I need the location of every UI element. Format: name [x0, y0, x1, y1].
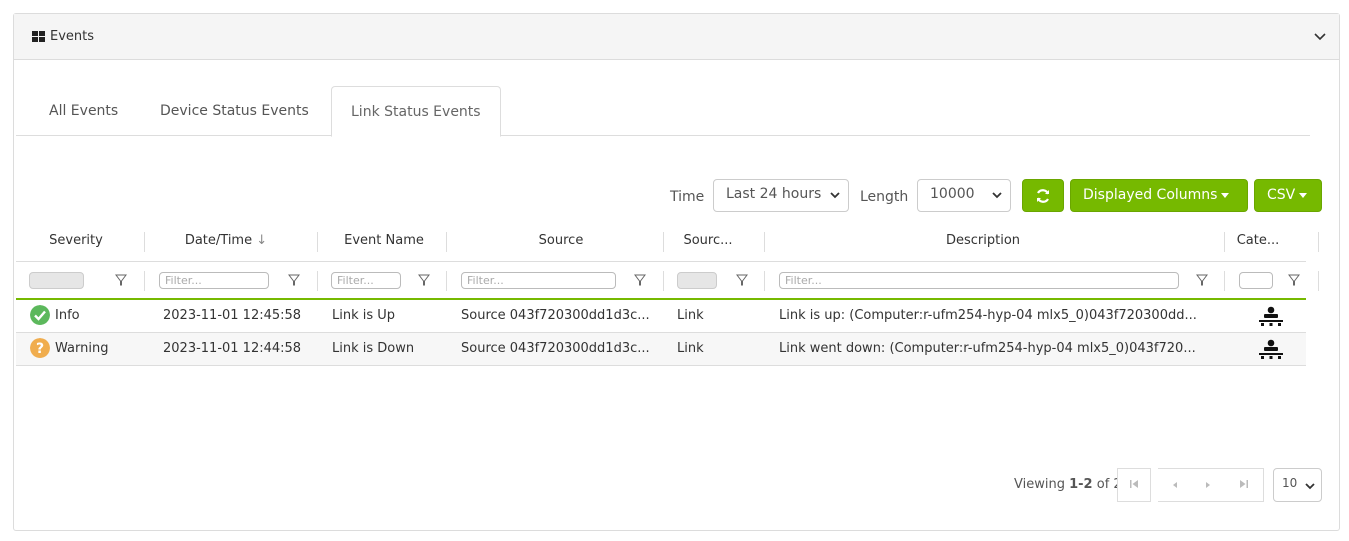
time-select[interactable]: Last 24 hours: [713, 179, 849, 212]
source-type-cell: Link: [677, 308, 704, 323]
length-select-value: 10000: [930, 186, 975, 202]
column-header-datetime-label: Date/Time: [184, 233, 253, 248]
pagination: Viewing 1-2 of 2 10: [0, 468, 1349, 502]
table-body: Info 2023-11-01 12:45:58 Link is Up Sour…: [16, 298, 1306, 366]
datetime-cell: 2023-11-01 12:44:58: [163, 341, 302, 356]
event-name-cell: Link is Up: [332, 308, 396, 323]
column-header-severity[interactable]: Severity: [16, 226, 136, 261]
svg-text:?: ?: [36, 341, 44, 357]
prev-page-button[interactable]: [1158, 468, 1192, 502]
funnel-icon[interactable]: [736, 274, 748, 286]
question-circle-icon: ?: [30, 338, 50, 358]
description-filter[interactable]: Filter...: [779, 272, 1179, 289]
datetime-filter[interactable]: Filter...: [159, 272, 269, 289]
page-size-value: 10: [1282, 476, 1298, 490]
tab-device-status-events[interactable]: Device Status Events: [141, 86, 328, 136]
source-cell: Source 043f720300dd1d3c...: [461, 308, 650, 323]
viewing-info: Viewing 1-2 of 2: [1014, 477, 1122, 492]
length-label: Length: [860, 189, 909, 205]
funnel-icon[interactable]: [1196, 274, 1208, 286]
displayed-columns-label: Displayed Columns: [1083, 187, 1218, 203]
column-header-source-type[interactable]: Sourc...: [668, 226, 748, 261]
refresh-icon: [1036, 189, 1050, 203]
table-header-row: Severity Date/Time ↓ Event Name Source S…: [16, 226, 1319, 261]
csv-button[interactable]: CSV: [1254, 179, 1322, 212]
prev-page-icon: [1172, 482, 1177, 488]
source-filter[interactable]: Filter...: [461, 272, 616, 289]
displayed-columns-button[interactable]: Displayed Columns: [1070, 179, 1248, 212]
panel-header[interactable]: Events: [14, 14, 1339, 60]
grid-icon: [32, 31, 45, 42]
time-label: Time: [670, 189, 705, 205]
chevron-down-icon: [830, 192, 840, 199]
filter-row: Filter... Filter... Filter... Filter...: [16, 261, 1319, 298]
funnel-icon[interactable]: [115, 274, 127, 286]
category-filter[interactable]: [1239, 272, 1273, 289]
length-select[interactable]: 10000: [917, 179, 1011, 212]
check-circle-icon: [30, 305, 50, 325]
column-header-datetime[interactable]: Date/Time ↓: [156, 226, 296, 261]
funnel-icon[interactable]: [418, 274, 430, 286]
chevron-down-icon: [992, 192, 1002, 199]
event-name-cell: Link is Down: [332, 341, 415, 356]
first-page-icon: [1130, 480, 1138, 488]
csv-label: CSV: [1267, 187, 1296, 203]
link-category-icon: [1259, 306, 1283, 326]
last-page-button[interactable]: [1224, 468, 1264, 502]
funnel-icon[interactable]: [288, 274, 300, 286]
severity-text: Info: [55, 308, 80, 323]
page-size-select[interactable]: 10: [1273, 468, 1322, 502]
viewing-range: 1-2: [1069, 477, 1093, 492]
source-type-filter[interactable]: [677, 272, 717, 289]
last-page-icon: [1239, 480, 1248, 488]
first-page-button[interactable]: [1117, 468, 1151, 502]
chevron-down-icon[interactable]: [1313, 29, 1327, 43]
funnel-icon[interactable]: [634, 274, 646, 286]
events-table: Severity Date/Time ↓ Event Name Source S…: [16, 226, 1319, 366]
funnel-icon[interactable]: [1288, 274, 1300, 286]
source-cell: Source 043f720300dd1d3c...: [461, 341, 650, 356]
description-cell: Link is up: (Computer:r-ufm254-hyp-04 ml…: [779, 308, 1197, 323]
table-toolbar: Time Last 24 hours Length 10000 Displaye…: [0, 165, 1349, 212]
time-select-value: Last 24 hours: [726, 186, 822, 202]
column-header-event-name[interactable]: Event Name: [322, 226, 446, 261]
tab-link-status-events[interactable]: Link Status Events: [331, 86, 501, 137]
chevron-down-icon: [1305, 483, 1315, 490]
next-page-button[interactable]: [1191, 468, 1225, 502]
link-category-icon: [1259, 339, 1283, 359]
caret-down-icon: [1221, 192, 1230, 198]
column-header-source[interactable]: Source: [451, 226, 671, 261]
severity-filter[interactable]: [29, 272, 84, 289]
description-cell: Link went down: (Computer:r-ufm254-hyp-0…: [779, 341, 1196, 356]
next-page-icon: [1205, 482, 1210, 488]
column-header-category[interactable]: Cate...: [1226, 226, 1290, 261]
datetime-cell: 2023-11-01 12:45:58: [163, 308, 302, 323]
tab-all-events[interactable]: All Events: [30, 86, 137, 136]
table-row[interactable]: Info 2023-11-01 12:45:58 Link is Up Sour…: [16, 300, 1306, 333]
table-row[interactable]: ? Warning 2023-11-01 12:44:58 Link is Do…: [16, 333, 1306, 366]
event-name-filter[interactable]: Filter...: [331, 272, 401, 289]
refresh-button[interactable]: [1022, 179, 1064, 212]
caret-down-icon: [1299, 192, 1308, 198]
column-header-description[interactable]: Description: [768, 226, 1198, 261]
severity-text: Warning: [55, 341, 109, 356]
sort-arrow-icon: ↓: [256, 233, 268, 248]
viewing-prefix: Viewing: [1014, 477, 1065, 492]
panel-title: Events: [50, 29, 95, 44]
events-tabs: All Events Device Status Events Link Sta…: [16, 86, 1310, 137]
source-type-cell: Link: [677, 341, 704, 356]
